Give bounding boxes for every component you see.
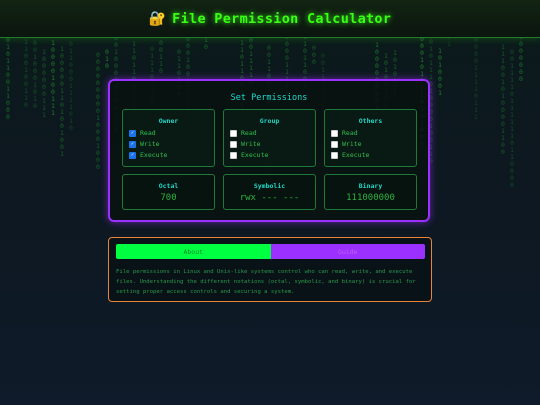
info-description: File permissions in Linux and Unix-like … <box>116 269 416 295</box>
rain-column: 1 1 1 0 0 1 0 1 0 0 0 0 1 1 0 0 <box>501 43 505 156</box>
others-read-checkbox[interactable] <box>331 129 338 137</box>
owner-write-option[interactable]: ✓ Write <box>129 140 160 148</box>
rain-column: 1 0 0 1 1 0 <box>159 37 163 75</box>
owner-write-checkbox[interactable]: ✓ <box>129 140 136 148</box>
rain-column: 0 0 1 <box>447 37 451 48</box>
permissions-panel: Set Permissions Owner ✓ Read ✓ Write ✓ E… <box>108 79 430 222</box>
group-title: Group <box>259 117 280 125</box>
option-label: Execute <box>241 151 269 159</box>
tab-about[interactable]: About <box>116 244 271 259</box>
others-group: Others Read Write Execute <box>324 109 417 167</box>
rain-column: 0 1 0 1 1 1 0 1 0 0 0 0 1 0 0 1 1 0 <box>429 38 433 165</box>
group-read-option[interactable]: Read <box>230 129 257 137</box>
rain-column: 1 0 0 0 0 1 0 0 1 1 1 <box>51 39 55 117</box>
info-tabs: About Guide <box>116 244 425 259</box>
binary-result: Binary 111000000 <box>324 174 417 210</box>
rain-column: 0 0 0 0 0 1 1 1 1 0 1 1 1 <box>474 37 478 121</box>
rain-column: 0 1 1 0 0 1 0 0 1 1 0 <box>24 37 28 109</box>
binary-label: Binary <box>358 182 383 190</box>
option-label: Execute <box>342 151 370 159</box>
panel-title: Set Permissions <box>230 93 308 103</box>
rain-column: 1 0 0 1 0 0 0 1 0 1 0 <box>33 37 37 110</box>
group-write-checkbox[interactable] <box>230 140 237 148</box>
rain-column: 1 0 0 0 0 0 0 1 1 1 <box>42 48 46 119</box>
octal-label: Octal <box>158 182 179 190</box>
others-execute-checkbox[interactable] <box>331 151 338 159</box>
owner-group: Owner ✓ Read ✓ Write ✓ Execute <box>122 109 215 167</box>
group-title: Others <box>358 117 383 125</box>
owner-read-checkbox[interactable]: ✓ <box>129 129 136 137</box>
lock-icon: 🔐 <box>148 10 167 27</box>
option-label: Read <box>140 129 156 137</box>
option-label: Read <box>241 129 257 137</box>
symbolic-value: rwx --- --- <box>239 193 300 203</box>
others-write-checkbox[interactable] <box>331 140 338 148</box>
info-card: About Guide File permissions in Linux an… <box>108 237 432 302</box>
owner-execute-option[interactable]: ✓ Execute <box>129 151 167 159</box>
rain-column: 0 0 0 0 0 0 0 0 0 1 0 0 0 1 0 0 0 <box>96 51 100 171</box>
rain-column: 0 0 0 <box>312 44 316 66</box>
rain-column: 0 1 1 0 0 0 1 1 1 1 0 1 0 <box>69 40 73 132</box>
group-read-checkbox[interactable] <box>230 129 237 137</box>
option-label: Write <box>241 140 261 148</box>
group-execute-option[interactable]: Execute <box>230 151 268 159</box>
app-header: 🔐 File Permission Calculator <box>0 0 540 38</box>
tab-guide[interactable]: Guide <box>270 244 425 259</box>
symbolic-result: Symbolic rwx --- --- <box>223 174 316 210</box>
group-execute-checkbox[interactable] <box>230 151 237 159</box>
rain-column: 1 0 1 0 0 0 1 <box>438 47 442 97</box>
option-label: Write <box>342 140 362 148</box>
owner-execute-checkbox[interactable]: ✓ <box>129 151 136 159</box>
others-write-option[interactable]: Write <box>331 140 362 148</box>
others-read-option[interactable]: Read <box>331 129 358 137</box>
owner-read-option[interactable]: ✓ Read <box>129 129 156 137</box>
binary-value: 111000000 <box>346 193 395 203</box>
others-execute-option[interactable]: Execute <box>331 151 369 159</box>
rain-column: 0 0 1 1 1 1 0 1 1 1 1 1 1 0 1 1 0 0 0 0 <box>510 48 514 189</box>
octal-value: 700 <box>160 193 177 203</box>
group-write-option[interactable]: Write <box>230 140 261 148</box>
octal-result: Octal 700 <box>122 174 215 210</box>
page-title: File Permission Calculator <box>172 10 392 27</box>
option-label: Execute <box>140 151 168 159</box>
symbolic-label: Symbolic <box>253 182 286 190</box>
rain-column: 0 1 0 <box>105 48 109 70</box>
option-label: Read <box>342 129 358 137</box>
group-title: Owner <box>158 117 179 125</box>
option-label: Write <box>140 140 160 148</box>
group-group: Group Read Write Execute <box>223 109 316 167</box>
rain-column: 0 0 1 0 1 1 0 0 1 1 0 0 0 <box>6 37 10 121</box>
rain-column: 1 0 0 0 0 0 1 1 0 1 0 0 1 0 0 1 <box>60 45 64 158</box>
rain-column: 0 0 0 0 0 0 0 <box>519 37 523 83</box>
rain-column: 1 1 0 <box>204 37 208 51</box>
